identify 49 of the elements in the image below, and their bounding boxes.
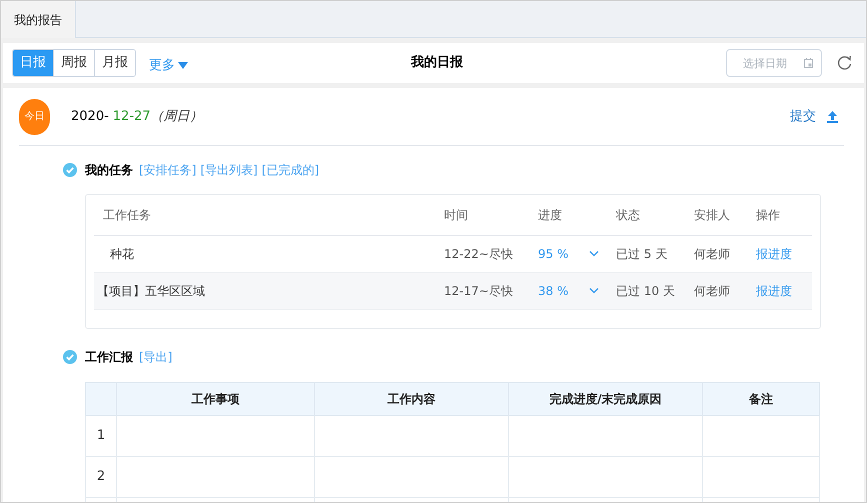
column-header: 完成进度/末完成原因 bbox=[549, 392, 662, 406]
column-header: 进度 bbox=[538, 208, 562, 222]
section-link[interactable]: [安排任务] bbox=[139, 161, 196, 179]
table-cell: 12-17~尽快 bbox=[444, 284, 513, 298]
report-progress-link[interactable]: 报进度 bbox=[756, 284, 792, 298]
date-text: 12-27 bbox=[112, 108, 151, 126]
column-header: 状态 bbox=[616, 208, 640, 222]
upload-icon bbox=[827, 110, 838, 122]
column-header: 工作事项 bbox=[192, 392, 240, 406]
more-dropdown[interactable]: 更多 bbox=[149, 56, 188, 76]
section-title: 我的任务 bbox=[85, 162, 133, 179]
year-text: 2020- bbox=[71, 108, 109, 126]
calendar-icon bbox=[804, 58, 813, 68]
caret-icon bbox=[178, 62, 188, 69]
page-tab[interactable]: 我的报告 bbox=[1, 1, 76, 38]
column-header: 安排人 bbox=[694, 208, 730, 222]
progress-value: 38 % bbox=[538, 282, 568, 300]
report-progress-link[interactable]: 报进度 bbox=[756, 246, 792, 260]
refresh-icon[interactable] bbox=[837, 55, 852, 71]
submit-button[interactable]: 提交 bbox=[790, 106, 838, 126]
column-header: 操作 bbox=[756, 208, 780, 222]
column-header: 工作内容 bbox=[388, 392, 436, 406]
weekday-text: （周日） bbox=[150, 108, 203, 126]
section-title: 工作汇报 bbox=[85, 348, 133, 366]
table-cell: 已过 10 天 bbox=[616, 284, 675, 298]
check-circle-icon bbox=[63, 350, 77, 364]
today-badge: 今日 bbox=[19, 98, 50, 134]
row-number: 1 bbox=[96, 428, 106, 443]
period-tab[interactable]: 日报 bbox=[13, 50, 53, 76]
table-cell: 已过 5 天 bbox=[616, 246, 668, 260]
column-header: 工作任务 bbox=[103, 208, 151, 222]
check-circle-icon bbox=[63, 163, 77, 177]
row-number: 2 bbox=[96, 468, 106, 484]
table-cell: 何老师 bbox=[694, 284, 730, 298]
column-header: 备注 bbox=[749, 392, 773, 406]
date-field[interactable]: 选择日期 bbox=[726, 49, 822, 77]
column-header: 时间 bbox=[444, 208, 468, 222]
chevron-down-icon[interactable] bbox=[588, 288, 598, 294]
chevron-down-icon[interactable] bbox=[588, 250, 598, 256]
progress-value: 95 % bbox=[538, 246, 568, 262]
table-cell: 12-22~尽快 bbox=[444, 246, 513, 260]
section-link[interactable]: [导出] bbox=[139, 348, 172, 366]
table-cell: 【项目】五华区区域 bbox=[97, 284, 205, 298]
page-title: 我的日报 bbox=[411, 54, 463, 72]
table-cell: 何老师 bbox=[694, 246, 730, 260]
section-link[interactable]: [导出列表] bbox=[200, 161, 258, 179]
period-tab[interactable]: 月报 bbox=[94, 50, 135, 76]
table-cell: 种花 bbox=[110, 246, 134, 260]
section-link[interactable]: [已完成的] bbox=[262, 161, 320, 179]
